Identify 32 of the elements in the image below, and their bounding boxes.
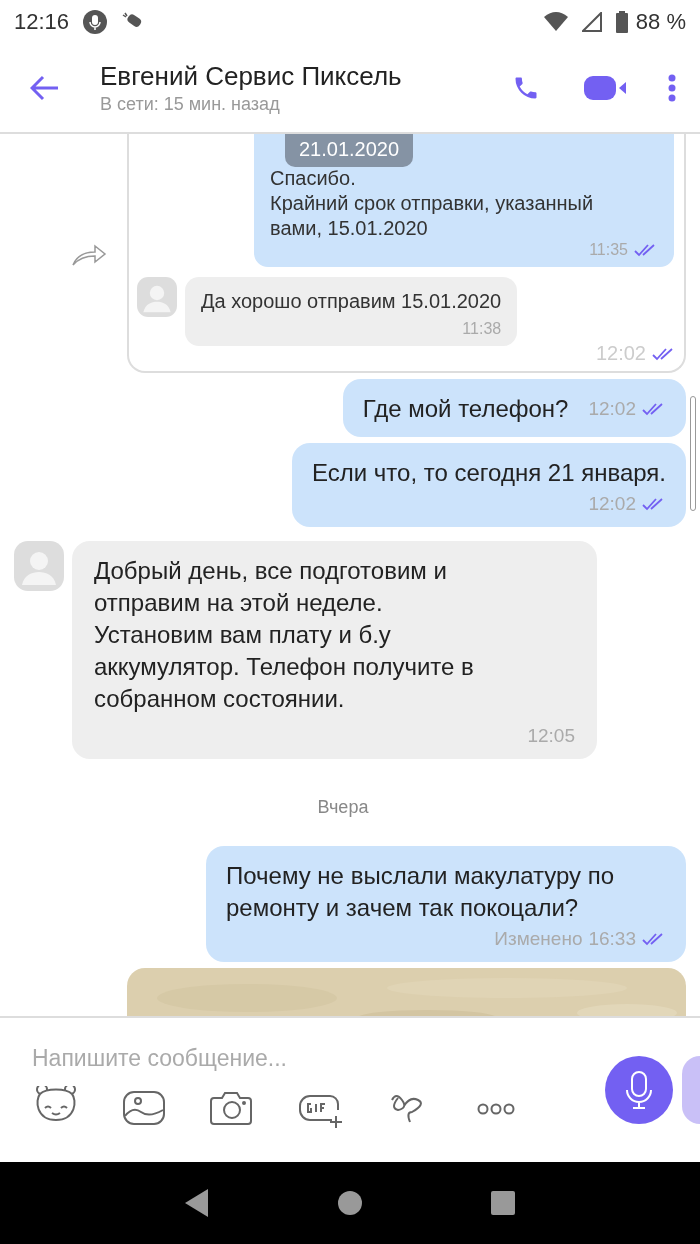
- more-options-icon: [477, 1103, 515, 1115]
- microphone-icon: [83, 10, 108, 34]
- message-time: 12:05: [527, 725, 575, 747]
- message-time: 12:02: [588, 398, 636, 420]
- date-separator: Вчера: [317, 797, 369, 818]
- nav-back-button[interactable]: [183, 1188, 210, 1218]
- edited-label: Изменено: [494, 928, 583, 950]
- message-time: 16:33: [588, 928, 636, 950]
- message-time: 12:02: [588, 493, 636, 515]
- wifi-icon: [543, 12, 568, 32]
- message-time: 11:35: [589, 241, 628, 259]
- back-button[interactable]: [30, 75, 60, 101]
- message-text: Если что, то сегодня 21 января.: [312, 458, 666, 488]
- contact-status: В сети: 15 мин. назад: [100, 94, 281, 115]
- message-text: Добрый день, все подготовим и отправим на этой неделе. Установим вам плату и б.у аккумулятор. Телефон получите в собранном состоянии.: [94, 556, 475, 714]
- more-button[interactable]: [668, 74, 676, 102]
- video-call-button[interactable]: [584, 74, 628, 102]
- nav-home-button[interactable]: [337, 1190, 363, 1216]
- message-text: Почему не выслали макулатуру по ремонту и зачем так покоцали?: [226, 861, 616, 923]
- microphone-icon: [624, 1070, 654, 1110]
- message-time: 11:38: [462, 320, 502, 338]
- contact-name: Евгений Сервис Пиксель: [100, 61, 403, 92]
- clock: 12:16: [14, 9, 70, 35]
- message-text: Спасибо.: [270, 166, 357, 191]
- signal-icon: [581, 12, 602, 32]
- message-text: Где мой телефон?: [362, 394, 569, 424]
- battery-level: 88 %: [635, 9, 686, 35]
- date-badge: 21.01.2020: [285, 134, 414, 167]
- battery-icon: [615, 11, 628, 33]
- message-text: Да хорошо отправим 15.01.2020: [201, 289, 502, 314]
- message-text: Крайний срок отправки, указанный вами, 15.01.2020: [270, 191, 595, 241]
- nav-recents-button[interactable]: [490, 1190, 517, 1216]
